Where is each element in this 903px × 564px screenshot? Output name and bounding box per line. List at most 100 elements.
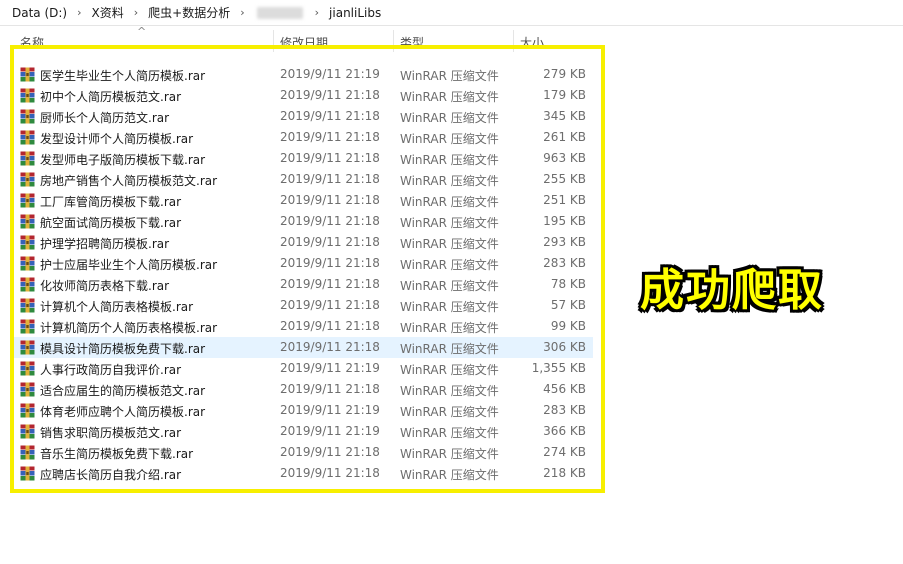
file-size: 255 KB (543, 172, 586, 186)
file-row[interactable]: 体育老师应聘个人简历模板.rar 2019/9/11 21:19 WinRAR 压缩… (13, 400, 593, 421)
file-size: 261 KB (543, 130, 586, 144)
file-modified-date: 2019/9/11 21:18 (280, 214, 380, 228)
file-modified-date: 2019/9/11 21:18 (280, 109, 380, 123)
file-row[interactable]: 销售求职简历模板范文.rar 2019/9/11 21:19 WinRAR 压缩文件… (13, 421, 593, 442)
file-row[interactable]: 适合应届生的简历模板范文.rar 2019/9/11 21:18 WinRAR 压缩… (13, 379, 593, 400)
file-name: 厨师长个人简历范文.rar (40, 111, 170, 125)
file-type: WinRAR 压缩文件 (400, 384, 499, 398)
file-modified-date: 2019/9/11 21:18 (280, 193, 380, 207)
column-header-date[interactable]: 修改日期 (280, 34, 328, 52)
file-modified-date: 2019/9/11 21:18 (280, 382, 380, 396)
file-size: 306 KB (543, 340, 586, 354)
file-name: 计算机个人简历表格模板.rar (40, 300, 194, 314)
file-type: WinRAR 压缩文件 (400, 300, 499, 314)
file-type: WinRAR 压缩文件 (400, 111, 499, 125)
file-modified-date: 2019/9/11 21:18 (280, 172, 380, 186)
file-name: 航空面试简历模板下载.rar (40, 216, 182, 230)
file-name: 初中个人简历模板范文.rar (40, 90, 182, 104)
file-type: WinRAR 压缩文件 (400, 342, 499, 356)
column-header-name[interactable]: 名称 (20, 34, 44, 52)
file-name: 发型设计师个人简历模板.rar (40, 132, 194, 146)
breadcrumb-item-current[interactable]: jianliLibs (325, 6, 385, 20)
file-row[interactable]: 厨师长个人简历范文.rar 2019/9/11 21:18 WinRAR 压缩文件 3… (13, 106, 593, 127)
file-row[interactable]: 发型设计师个人简历模板.rar 2019/9/11 21:18 WinRAR 压缩文… (13, 127, 593, 148)
file-modified-date: 2019/9/11 21:18 (280, 319, 380, 333)
sort-ascending-icon: ^ (137, 25, 147, 38)
file-row[interactable]: 医学生毕业生个人简历模板.rar 2019/9/11 21:19 WinRAR 压缩… (13, 64, 593, 85)
file-size: 279 KB (543, 67, 586, 81)
file-modified-date: 2019/9/11 21:18 (280, 235, 380, 249)
file-size: 456 KB (543, 382, 586, 396)
file-name: 模具设计简历模板免费下载.rar (40, 342, 206, 356)
file-row[interactable]: 音乐生简历模板免费下载.rar 2019/9/11 21:18 WinRAR 压缩文… (13, 442, 593, 463)
chevron-right-icon[interactable]: › (71, 6, 87, 19)
file-type: WinRAR 压缩文件 (400, 69, 499, 83)
column-divider[interactable] (513, 30, 514, 52)
file-name: 医学生毕业生个人简历模板.rar (40, 69, 206, 83)
winrar-archive-icon (20, 109, 35, 124)
file-name: 护士应届毕业生个人简历模板.rar (40, 258, 218, 272)
breadcrumb: Data (D:) › X资料 › 爬虫+数据分析 › › jianliLibs (0, 0, 903, 26)
chevron-right-icon[interactable]: › (234, 6, 250, 19)
file-row[interactable]: 航空面试简历模板下载.rar 2019/9/11 21:18 WinRAR 压缩文件… (13, 211, 593, 232)
file-modified-date: 2019/9/11 21:18 (280, 466, 380, 480)
file-row[interactable]: 发型师电子版简历模板下载.rar 2019/9/11 21:18 WinRAR 压缩… (13, 148, 593, 169)
winrar-archive-icon (20, 172, 35, 187)
file-row[interactable]: 护士应届毕业生个人简历模板.rar 2019/9/11 21:18 WinRAR 压… (13, 253, 593, 274)
file-modified-date: 2019/9/11 21:18 (280, 88, 380, 102)
file-type: WinRAR 压缩文件 (400, 132, 499, 146)
column-header-size[interactable]: 大小 (520, 34, 544, 52)
file-modified-date: 2019/9/11 21:19 (280, 361, 380, 375)
winrar-archive-icon (20, 298, 35, 313)
column-divider[interactable] (273, 30, 274, 52)
file-row[interactable]: 应聘店长简历自我介绍.rar 2019/9/11 21:18 WinRAR 压缩文件… (13, 463, 593, 484)
file-type: WinRAR 压缩文件 (400, 426, 499, 440)
success-annotation: 成功爬取 (640, 265, 824, 316)
winrar-archive-icon (20, 193, 35, 208)
winrar-archive-icon (20, 445, 35, 460)
breadcrumb-item-folder[interactable]: X资料 (88, 4, 128, 21)
file-name: 工厂库管简历模板下载.rar (40, 195, 182, 209)
winrar-archive-icon (20, 403, 35, 418)
file-size: 251 KB (543, 193, 586, 207)
file-modified-date: 2019/9/11 21:19 (280, 403, 380, 417)
file-row[interactable]: 护理学招聘简历模板.rar 2019/9/11 21:18 WinRAR 压缩文件 2… (13, 232, 593, 253)
file-name: 护理学招聘简历模板.rar (40, 237, 170, 251)
file-modified-date: 2019/9/11 21:18 (280, 256, 380, 270)
file-size: 283 KB (543, 403, 586, 417)
breadcrumb-item-drive[interactable]: Data (D:) (0, 6, 71, 20)
file-row[interactable]: 人事行政简历自我评价.rar 2019/9/11 21:19 WinRAR 压缩文件… (13, 358, 593, 379)
file-row[interactable]: 计算机个人简历表格模板.rar 2019/9/11 21:18 WinRAR 压缩文… (13, 295, 593, 316)
file-list: 医学生毕业生个人简历模板.rar 2019/9/11 21:19 WinRAR 压缩… (13, 64, 593, 484)
file-type: WinRAR 压缩文件 (400, 153, 499, 167)
file-row[interactable]: 初中个人简历模板范文.rar 2019/9/11 21:18 WinRAR 压缩文件… (13, 85, 593, 106)
file-row[interactable]: 模具设计简历模板免费下载.rar 2019/9/11 21:18 WinRAR 压缩… (13, 337, 593, 358)
file-row[interactable]: 化妆师简历表格下载.rar 2019/9/11 21:18 WinRAR 压缩文件 7… (13, 274, 593, 295)
file-type: WinRAR 压缩文件 (400, 447, 499, 461)
chevron-right-icon[interactable]: › (128, 6, 144, 19)
file-size: 283 KB (543, 256, 586, 270)
file-name: 化妆师简历表格下载.rar (40, 279, 170, 293)
winrar-archive-icon (20, 88, 35, 103)
chevron-right-icon[interactable]: › (309, 6, 325, 19)
file-type: WinRAR 压缩文件 (400, 258, 499, 272)
file-modified-date: 2019/9/11 21:18 (280, 298, 380, 312)
file-modified-date: 2019/9/11 21:18 (280, 445, 380, 459)
file-name: 适合应届生的简历模板范文.rar (40, 384, 206, 398)
winrar-archive-icon (20, 130, 35, 145)
file-type: WinRAR 压缩文件 (400, 195, 499, 209)
column-header-type[interactable]: 类型 (400, 34, 424, 52)
column-divider[interactable] (393, 30, 394, 52)
file-name: 音乐生简历模板免费下载.rar (40, 447, 194, 461)
file-modified-date: 2019/9/11 21:19 (280, 424, 380, 438)
file-name: 人事行政简历自我评价.rar (40, 363, 182, 377)
file-row[interactable]: 工厂库管简历模板下载.rar 2019/9/11 21:18 WinRAR 压缩文件… (13, 190, 593, 211)
file-size: 963 KB (543, 151, 586, 165)
file-row[interactable]: 计算机简历个人简历表格模板.rar 2019/9/11 21:18 WinRAR 压… (13, 316, 593, 337)
file-type: WinRAR 压缩文件 (400, 405, 499, 419)
breadcrumb-item-redacted[interactable] (256, 6, 303, 19)
file-type: WinRAR 压缩文件 (400, 174, 499, 188)
winrar-archive-icon (20, 67, 35, 82)
file-row[interactable]: 房地产销售个人简历模板范文.rar 2019/9/11 21:18 WinRAR 压… (13, 169, 593, 190)
breadcrumb-item-folder[interactable]: 爬虫+数据分析 (144, 4, 234, 21)
